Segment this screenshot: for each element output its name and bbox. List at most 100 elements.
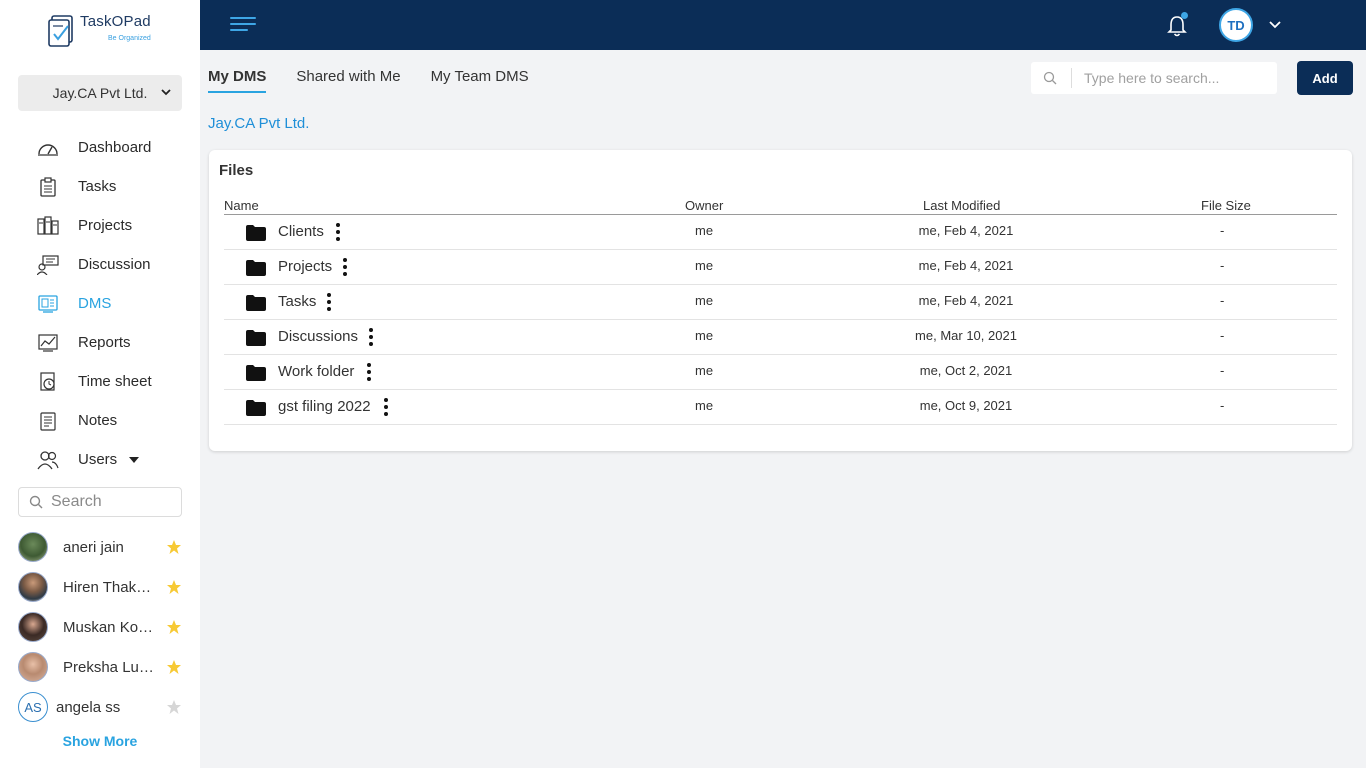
file-modified: me, Oct 2, 2021 <box>919 363 1013 378</box>
show-more-link[interactable]: Show More <box>0 733 200 749</box>
sidebar-search[interactable] <box>18 487 182 517</box>
avatar <box>18 652 48 682</box>
column-owner[interactable]: Owner <box>685 198 723 213</box>
file-name[interactable]: Projects <box>278 258 332 275</box>
file-search[interactable] <box>1031 62 1277 94</box>
breadcrumb[interactable]: Jay.CA Pvt Ltd. <box>208 115 309 132</box>
more-options-icon[interactable] <box>364 363 374 381</box>
file-name[interactable]: Work folder <box>278 363 354 380</box>
sidebar: TaskOPad Be Organized Jay.CA Pvt Ltd. Da… <box>0 0 200 768</box>
column-name[interactable]: Name <box>224 198 259 213</box>
star-icon[interactable] <box>166 619 182 635</box>
file-name[interactable]: gst filing 2022 <box>278 398 371 415</box>
table-header: Name Owner Last Modified File Size <box>224 198 1337 215</box>
user-name: angela ss <box>56 698 121 716</box>
more-options-icon[interactable] <box>340 258 350 276</box>
table-row[interactable]: Projects me me, Feb 4, 2021 - <box>224 250 1337 285</box>
organization-select-value: Jay.CA Pvt Ltd. <box>52 85 148 101</box>
user-item[interactable]: aneri jain <box>0 527 200 567</box>
more-options-icon[interactable] <box>381 398 391 416</box>
file-size: - <box>1220 258 1225 273</box>
file-size: - <box>1220 398 1225 413</box>
tab-my-dms[interactable]: My DMS <box>208 68 267 93</box>
sidebar-item-users[interactable]: Users <box>0 440 200 479</box>
timesheet-icon <box>36 370 60 394</box>
sidebar-item-dashboard[interactable]: Dashboard <box>0 128 200 167</box>
star-icon[interactable] <box>166 659 182 675</box>
file-modified: me, Feb 4, 2021 <box>918 258 1014 273</box>
file-size: - <box>1220 328 1225 343</box>
sidebar-item-label: Notes <box>78 412 118 429</box>
file-name[interactable]: Discussions <box>278 328 358 345</box>
logo-icon <box>48 15 73 47</box>
folder-icon <box>246 365 266 381</box>
menu-icon[interactable] <box>230 17 256 33</box>
notes-icon <box>36 409 60 433</box>
file-size: - <box>1220 293 1225 308</box>
table-row[interactable]: Clients me me, Feb 4, 2021 - <box>224 215 1337 250</box>
chevron-down-icon[interactable] <box>1268 18 1282 32</box>
notification-dot <box>1181 12 1188 19</box>
file-owner: me <box>695 258 714 273</box>
caret-down-icon[interactable] <box>129 456 140 463</box>
folder-icon <box>246 330 266 346</box>
table-row[interactable]: Tasks me me, Feb 4, 2021 - <box>224 285 1337 320</box>
user-item[interactable]: Preksha Lunia <box>0 647 200 687</box>
sidebar-item-reports[interactable]: Reports <box>0 323 200 362</box>
sidebar-search-input[interactable] <box>51 493 171 511</box>
file-modified: me, Mar 10, 2021 <box>915 328 1017 343</box>
sidebar-item-label: Time sheet <box>78 373 152 390</box>
table-row[interactable]: gst filing 2022 me me, Oct 9, 2021 - <box>224 390 1337 425</box>
app-logo[interactable]: TaskOPad Be Organized <box>48 14 168 50</box>
tab-my-team-dms[interactable]: My Team DMS <box>431 68 529 93</box>
sidebar-item-notes[interactable]: Notes <box>0 401 200 440</box>
column-file-size[interactable]: File Size <box>1201 198 1251 213</box>
sidebar-item-label: Projects <box>78 217 133 234</box>
files-card: Files Name Owner Last Modified File Size… <box>209 150 1352 451</box>
files-title: Files <box>219 162 254 179</box>
more-options-icon[interactable] <box>333 223 343 241</box>
sidebar-item-label: Users <box>78 451 118 468</box>
user-name: Muskan Kothari <box>63 618 155 636</box>
file-search-input[interactable] <box>1084 70 1264 86</box>
sidebar-item-tasks[interactable]: Tasks <box>0 167 200 206</box>
user-item[interactable]: AS angela ss <box>0 687 200 727</box>
file-name[interactable]: Tasks <box>278 293 316 310</box>
top-bar: TD <box>200 0 1366 50</box>
column-last-modified[interactable]: Last Modified <box>923 198 1000 213</box>
user-name: Hiren Thakker <box>63 578 155 596</box>
folder-icon <box>246 225 266 241</box>
table-row[interactable]: Work folder me me, Oct 2, 2021 - <box>224 355 1337 390</box>
dms-icon <box>36 292 60 316</box>
dashboard-icon <box>36 136 60 160</box>
logo-title: TaskOPad <box>80 13 151 30</box>
tab-shared-with-me[interactable]: Shared with Me <box>296 68 400 93</box>
add-button[interactable]: Add <box>1297 61 1353 95</box>
sidebar-item-projects[interactable]: Projects <box>0 206 200 245</box>
profile-avatar[interactable]: TD <box>1219 8 1253 42</box>
more-options-icon[interactable] <box>366 328 376 346</box>
more-options-icon[interactable] <box>324 293 334 311</box>
tasks-icon <box>36 175 60 199</box>
sidebar-item-label: Tasks <box>78 178 117 195</box>
chevron-down-icon <box>161 89 171 96</box>
user-item[interactable]: Muskan Kothari <box>0 607 200 647</box>
sidebar-item-discussion[interactable]: Discussion <box>0 245 200 284</box>
organization-select[interactable]: Jay.CA Pvt Ltd. <box>18 75 182 111</box>
sidebar-item-label: Reports <box>78 334 131 351</box>
user-item[interactable]: Hiren Thakker <box>0 567 200 607</box>
table-row[interactable]: Discussions me me, Mar 10, 2021 - <box>224 320 1337 355</box>
sidebar-item-label: Discussion <box>78 256 151 273</box>
sidebar-item-timesheet[interactable]: Time sheet <box>0 362 200 401</box>
search-icon <box>1043 71 1057 85</box>
file-name[interactable]: Clients <box>278 223 324 240</box>
file-size: - <box>1220 223 1225 238</box>
star-icon[interactable] <box>166 579 182 595</box>
star-icon[interactable] <box>166 539 182 555</box>
file-rows: Clients me me, Feb 4, 2021 - Projects me… <box>224 215 1337 425</box>
sidebar-item-dms[interactable]: DMS <box>0 284 200 323</box>
star-icon[interactable] <box>166 699 182 715</box>
discussion-icon <box>36 253 60 277</box>
file-owner: me <box>695 223 714 238</box>
file-modified: me, Feb 4, 2021 <box>918 293 1014 308</box>
